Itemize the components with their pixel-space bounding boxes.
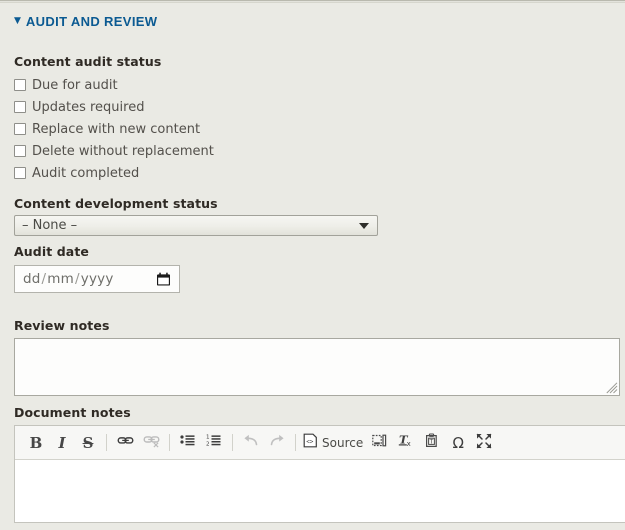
editor-toolbar: B I S 1 2 <> Source T x T Ω [15, 426, 625, 460]
audit-date-input[interactable]: dd/mm/yyyy [14, 265, 180, 293]
content-development-status-field: Content development status – None – [14, 196, 378, 236]
review-notes-label: Review notes [14, 318, 110, 333]
toolbar-separator [295, 434, 296, 451]
checkbox-label-audit-completed[interactable]: Audit completed [32, 166, 139, 181]
checkbox-row-delete-without-replacement[interactable]: Delete without replacement [14, 140, 414, 162]
date-separator-2: / [75, 271, 80, 287]
undo-arrow-icon [242, 432, 260, 454]
review-notes-textarea[interactable] [14, 338, 620, 396]
toolbar-separator [106, 434, 107, 451]
checkbox-label-updates-required[interactable]: Updates required [32, 100, 144, 115]
image-media-icon [372, 433, 388, 453]
date-segment-year[interactable]: yyyy [81, 271, 114, 287]
strikethrough-icon: S [82, 433, 94, 452]
toolbar-separator [169, 434, 170, 451]
triangle-down-icon: ▼ [14, 16, 21, 26]
remove-format-icon: T x [398, 432, 415, 453]
checkbox-label-replace-with-new-content[interactable]: Replace with new content [32, 122, 200, 137]
review-notes-field: Review notes [14, 318, 620, 396]
paste-text-icon: T [424, 432, 440, 453]
chevron-down-icon [359, 222, 369, 229]
bulleted-list-button[interactable] [175, 431, 201, 455]
undo-button[interactable] [238, 431, 264, 455]
checkbox-delete-without-replacement[interactable] [14, 145, 26, 157]
svg-text:<>: <> [306, 439, 314, 446]
special-character-button[interactable]: Ω [445, 431, 471, 455]
strikethrough-button[interactable]: S [75, 431, 101, 455]
audit-and-review-panel: ▼ AUDIT AND REVIEW Content audit status … [0, 0, 625, 530]
svg-text:2: 2 [206, 441, 210, 447]
checkbox-label-delete-without-replacement[interactable]: Delete without replacement [32, 144, 214, 159]
toolbar-separator [232, 434, 233, 451]
source-button[interactable]: <> Source [301, 431, 367, 455]
checkbox-row-audit-completed[interactable]: Audit completed [14, 162, 414, 184]
link-icon [117, 432, 134, 453]
content-development-status-label: Content development status [14, 196, 218, 211]
maximize-button[interactable] [471, 431, 497, 455]
numbered-list-icon: 1 2 [206, 433, 222, 453]
document-notes-editor: B I S 1 2 <> Source T x T Ω [14, 425, 625, 523]
calendar-icon[interactable] [156, 272, 171, 286]
content-development-status-select[interactable]: – None – [14, 215, 378, 236]
audit-date-value[interactable]: dd/mm/yyyy [15, 271, 114, 287]
unlink-icon [143, 432, 160, 453]
redo-arrow-icon [268, 432, 286, 454]
svg-text:T: T [429, 438, 434, 445]
select-selected-value: – None – [22, 218, 78, 233]
checkbox-audit-completed[interactable] [14, 167, 26, 179]
editor-content-area[interactable] [15, 460, 625, 522]
checkbox-row-updates-required[interactable]: Updates required [14, 96, 414, 118]
checkbox-replace-with-new-content[interactable] [14, 123, 26, 135]
italic-button[interactable]: I [49, 431, 75, 455]
date-segment-month[interactable]: mm [47, 271, 74, 287]
bold-button[interactable]: B [23, 431, 49, 455]
audit-date-label: Audit date [14, 244, 89, 259]
content-audit-status-group: Content audit status Due for audit Updat… [14, 54, 414, 184]
bulleted-list-icon [180, 433, 196, 453]
redo-button[interactable] [264, 431, 290, 455]
document-notes-field: Document notes B I S 1 2 <> Source T x T… [14, 405, 625, 523]
source-button-label: Source [322, 435, 364, 450]
maximize-icon [476, 433, 492, 453]
checkbox-row-due-for-audit[interactable]: Due for audit [14, 74, 414, 96]
bold-icon: B [29, 433, 43, 452]
svg-text:x: x [406, 440, 410, 448]
textarea-resize-handle[interactable] [606, 382, 618, 394]
audit-date-field: Audit date dd/mm/yyyy [14, 244, 180, 293]
document-notes-label: Document notes [14, 405, 131, 420]
date-segment-day[interactable]: dd [23, 271, 41, 287]
paste-as-text-button[interactable]: T [419, 431, 445, 455]
numbered-list-button[interactable]: 1 2 [201, 431, 227, 455]
italic-icon: I [58, 433, 66, 452]
insert-media-button[interactable] [367, 431, 393, 455]
link-button[interactable] [112, 431, 138, 455]
content-audit-status-label: Content audit status [14, 54, 162, 69]
omega-icon: Ω [452, 433, 464, 452]
checkbox-updates-required[interactable] [14, 101, 26, 113]
source-code-icon: <> [303, 433, 318, 452]
panel-top-divider [0, 0, 625, 3]
section-title: AUDIT AND REVIEW [25, 14, 158, 29]
unlink-button[interactable] [138, 431, 164, 455]
checkbox-due-for-audit[interactable] [14, 79, 26, 91]
svg-text:1: 1 [206, 434, 210, 440]
checkbox-label-due-for-audit[interactable]: Due for audit [32, 78, 118, 93]
remove-format-button[interactable]: T x [393, 431, 419, 455]
checkbox-row-replace-with-new-content[interactable]: Replace with new content [14, 118, 414, 140]
section-header-audit-and-review[interactable]: ▼ AUDIT AND REVIEW [14, 14, 157, 29]
